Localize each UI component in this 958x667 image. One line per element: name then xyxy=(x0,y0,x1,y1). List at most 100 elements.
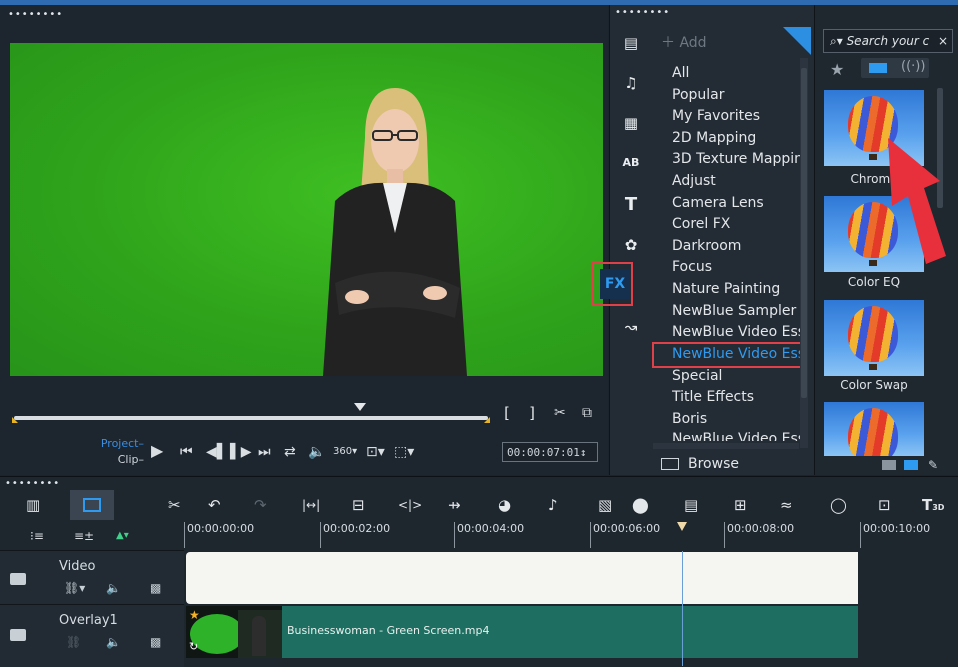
category-item[interactable]: 2D Mapping xyxy=(672,129,802,147)
link-icon[interactable]: ⛓ xyxy=(66,635,81,649)
tools-icon[interactable]: ✂ xyxy=(168,496,181,514)
category-hscrollbar[interactable] xyxy=(653,443,799,449)
speed-icon[interactable]: ⇸ xyxy=(448,496,461,514)
timeline-playhead-marker[interactable] xyxy=(677,522,687,531)
time-remap-icon[interactable]: <|> xyxy=(398,496,422,514)
audio-filter-icon[interactable]: ((·)) xyxy=(901,59,925,74)
play-icon[interactable]: ▶ xyxy=(151,443,163,459)
add-button[interactable]: ＋ Add xyxy=(661,32,707,52)
360-view-icon[interactable]: 360▾ xyxy=(333,444,357,460)
previous-frame-icon[interactable]: ◀▌ xyxy=(206,444,228,460)
mark-out-button[interactable]: ] xyxy=(528,404,537,422)
track-manager-icon[interactable]: ⁝≡ xyxy=(30,528,44,544)
category-item[interactable]: Title Effects xyxy=(672,388,802,406)
snapshot-icon[interactable]: ⧉ xyxy=(582,405,592,421)
track-transparency-icon[interactable]: ▩ xyxy=(150,635,161,649)
link-icon[interactable]: ⛓▾ xyxy=(64,581,85,595)
track-transparency-icon[interactable]: ▩ xyxy=(150,581,161,595)
audio-icon[interactable]: ♫ xyxy=(620,72,642,94)
repeat-icon[interactable]: ⇄ xyxy=(284,444,296,460)
volume-icon[interactable]: 🔈 xyxy=(308,444,325,460)
mute-icon[interactable]: 🔈 xyxy=(106,581,121,595)
fit-project-icon[interactable]: |↔| xyxy=(302,496,320,514)
scrub-bar[interactable] xyxy=(12,411,490,425)
motion-path-icon[interactable]: ↝ xyxy=(620,316,642,338)
multi-camera-icon[interactable]: ⊞ xyxy=(734,496,747,514)
pin-icon[interactable] xyxy=(783,27,811,55)
category-item[interactable]: Popular xyxy=(672,86,802,104)
video-track-clip[interactable] xyxy=(186,552,858,604)
category-item[interactable]: Focus xyxy=(672,258,802,276)
category-item[interactable]: Boris xyxy=(672,410,802,428)
title-icon[interactable]: T xyxy=(620,194,642,216)
undo-icon[interactable]: ↶ xyxy=(208,496,221,514)
thumbnail-view-icon[interactable] xyxy=(904,460,918,470)
panel-grip[interactable]: •••••••• xyxy=(615,8,670,18)
media-library-icon[interactable]: ▤ xyxy=(620,32,642,54)
motion-tracking-icon[interactable]: ▧ xyxy=(598,496,612,514)
project-mode-label[interactable]: Project– xyxy=(86,437,144,450)
track-name[interactable]: Video xyxy=(59,559,95,574)
category-item[interactable]: NewBlue Video Ess xyxy=(672,323,802,341)
trim-start-marker[interactable] xyxy=(12,417,18,423)
aspect-ratio-icon[interactable]: ⊡▾ xyxy=(366,444,385,460)
timeline-playhead-line[interactable] xyxy=(682,551,683,666)
scrubber-handle[interactable] xyxy=(354,403,366,411)
timecode-field[interactable]: 00:00:07:01↕ xyxy=(502,442,598,462)
browse-button[interactable]: Browse xyxy=(688,456,739,472)
panel-grip[interactable]: •••••••• xyxy=(5,479,60,489)
go-to-end-icon[interactable]: ⏭ xyxy=(258,444,271,460)
360-icon[interactable]: ◯ xyxy=(830,496,847,514)
chapter-marker-icon[interactable]: ▲▾ xyxy=(116,528,129,544)
mask-icon[interactable]: ⊟ xyxy=(352,496,365,514)
add-track-icon[interactable]: ≡± xyxy=(74,528,94,544)
category-item[interactable]: Camera Lens xyxy=(672,194,802,212)
category-item[interactable]: All xyxy=(672,64,802,82)
split-clip-icon[interactable]: ✂ xyxy=(554,405,566,421)
redo-icon[interactable]: ↷ xyxy=(254,496,267,514)
clip-mode-label[interactable]: Clip– xyxy=(86,453,144,466)
storyboard-view-icon[interactable]: ▥ xyxy=(26,496,40,514)
category-item[interactable]: Adjust xyxy=(672,172,802,190)
clear-search-icon[interactable]: × xyxy=(938,30,948,52)
split-screen-icon[interactable]: ⬤ xyxy=(632,496,649,514)
video-filter-icon[interactable] xyxy=(869,63,887,73)
panel-grip[interactable]: •••••••• xyxy=(8,10,63,20)
graphics-icon[interactable]: ✿ xyxy=(620,234,642,256)
preview-video[interactable] xyxy=(10,43,603,376)
category-item[interactable]: Corel FX xyxy=(672,215,802,233)
trim-end-marker[interactable] xyxy=(484,417,490,423)
3d-title-icon[interactable]: T3D xyxy=(922,496,944,517)
effect-thumbnail[interactable] xyxy=(824,402,924,456)
category-scrollbar[interactable] xyxy=(800,58,808,448)
audio-mixer-icon[interactable]: ♪ xyxy=(548,496,558,514)
list-view-icon[interactable] xyxy=(882,460,896,470)
category-item[interactable]: Special xyxy=(672,367,802,385)
category-item[interactable]: NewBlue Video Ess xyxy=(672,430,802,441)
mark-in-button[interactable]: [ xyxy=(502,404,511,422)
go-to-start-icon[interactable]: ⏮ xyxy=(180,444,193,460)
category-item[interactable]: 3D Texture Mappin xyxy=(672,150,802,168)
edit-icon[interactable]: ✎ xyxy=(928,458,938,472)
category-item[interactable]: My Favorites xyxy=(672,107,802,125)
view-toggle[interactable]: ((·)) xyxy=(861,58,929,78)
instant-project-icon[interactable]: ▦ xyxy=(620,112,642,134)
timeline-ruler[interactable]: 00:00:00:00 00:00:02:00 00:00:04:00 00:0… xyxy=(184,522,958,550)
pan-zoom-icon[interactable]: ⊡ xyxy=(878,496,891,514)
motion-icon[interactable]: ≈ xyxy=(780,496,793,514)
next-frame-icon[interactable]: ▌▶ xyxy=(230,444,252,460)
effects-search-input[interactable]: ⌕▾ Search your c × xyxy=(823,29,953,53)
category-item[interactable]: NewBlue Sampler xyxy=(672,302,802,320)
favorites-star-icon[interactable]: ★ xyxy=(830,60,844,79)
timeline-view-button[interactable] xyxy=(70,490,114,520)
category-item[interactable]: Darkroom xyxy=(672,237,802,255)
effect-thumbnail-color-swap[interactable] xyxy=(824,300,924,376)
view-mode-icons[interactable]: ✎ xyxy=(876,458,946,472)
mute-icon[interactable]: 🔈 xyxy=(106,635,121,649)
subtitle-icon[interactable]: ▤ xyxy=(684,496,698,514)
color-grading-icon[interactable]: ◕ xyxy=(498,496,511,514)
category-item[interactable]: Nature Painting xyxy=(672,280,802,298)
display-mode-icon[interactable]: ⬚▾ xyxy=(394,444,414,460)
timeline-empty-area[interactable] xyxy=(858,552,958,666)
track-name[interactable]: Overlay1 xyxy=(59,613,118,628)
